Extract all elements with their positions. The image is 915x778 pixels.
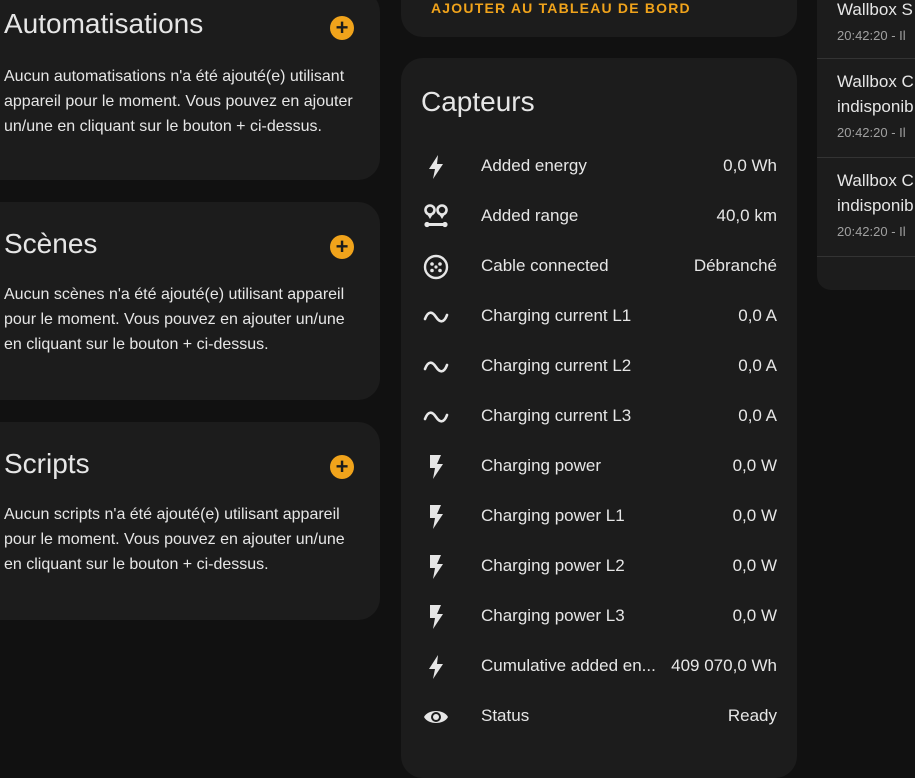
sensor-name: Charging current L2 [481, 356, 632, 375]
logbook-entry-time: 20:42:20 - Il [837, 28, 906, 43]
add-scene-button[interactable]: + [330, 235, 354, 259]
sine-wave-icon [423, 354, 449, 380]
logbook-entry-time: 20:42:20 - Il [837, 224, 906, 239]
logbook-entry[interactable]: Wallbox S 20:42:20 - Il [817, 0, 915, 59]
sensor-name: Charging power L2 [481, 556, 625, 575]
add-script-button[interactable]: + [330, 455, 354, 479]
add-to-dashboard-button[interactable]: AJOUTER AU TABLEAU DE BORD [431, 0, 691, 16]
sensor-row[interactable]: Cable connected Débranché [401, 242, 797, 292]
sensor-row[interactable]: Charging power L2 0,0 W [401, 542, 797, 592]
scenes-card: Scènes + Aucun scènes n'a été ajouté(e) … [0, 202, 380, 400]
sensors-card: Capteurs Added energy 0,0 Wh Added range 40… [401, 58, 797, 778]
scripts-card: Scripts + Aucun scripts n'a été ajouté(e… [0, 422, 380, 620]
scenes-description: Aucun scènes n'a été ajouté(e) utilisant… [4, 286, 345, 353]
logbook-entry-title: Wallbox C [837, 171, 914, 190]
ev-plug-icon [423, 254, 449, 280]
sensor-name: Charging current L1 [481, 306, 632, 325]
sensor-value: 40,0 km [716, 206, 777, 225]
sensor-row[interactable]: Charging current L1 0,0 A [401, 292, 797, 342]
sensor-value: 409 070,0 Wh [671, 656, 777, 675]
sensors-title: Capteurs [421, 86, 535, 117]
sensor-name: Cable connected [481, 256, 609, 275]
sensor-name: Added range [481, 206, 579, 225]
sensor-name: Charging current L3 [481, 406, 632, 425]
sensor-name: Added energy [481, 156, 587, 175]
scripts-description: Aucun scripts n'a été ajouté(e) utilisan… [4, 506, 345, 573]
automations-title: Automatisations [4, 8, 204, 39]
sensor-name: Charging power L1 [481, 506, 625, 525]
lightning-bolt-icon [423, 604, 449, 630]
scenes-title: Scènes [4, 228, 98, 259]
eye-icon [423, 704, 449, 730]
sensor-value: 0,0 W [732, 606, 777, 625]
sensor-row[interactable]: Cumulative added en... 409 070,0 Wh [401, 642, 797, 692]
sensor-name: Charging power [481, 456, 602, 475]
sensor-row[interactable]: Charging power L3 0,0 W [401, 592, 797, 642]
logbook-entry-title: Wallbox S [837, 0, 913, 19]
add-automation-button[interactable]: + [330, 16, 354, 40]
lightning-bolt-icon [423, 504, 449, 530]
logbook-entry-title-line2: indisponib [837, 196, 914, 215]
sensor-row[interactable]: Charging power L1 0,0 W [401, 492, 797, 542]
sensor-value: 0,0 A [738, 356, 777, 375]
logbook-card: Wallbox S 20:42:20 - Il Wallbox C indisp… [817, 0, 915, 290]
map-marker-distance-icon [423, 204, 449, 230]
sensor-value: 0,0 W [732, 556, 777, 575]
sensor-value: 0,0 W [732, 456, 777, 475]
scripts-title: Scripts [4, 448, 90, 479]
automations-description: Aucun automatisations n'a été ajouté(e) … [4, 68, 353, 135]
sensor-value: 0,0 A [738, 406, 777, 425]
sensor-row[interactable]: Charging power 0,0 W [401, 442, 797, 492]
dashboard-action-card: AJOUTER AU TABLEAU DE BORD [401, 0, 797, 37]
logbook-entry-title: Wallbox C [837, 72, 914, 91]
logbook-entry[interactable]: Wallbox C indisponib 20:42:20 - Il [817, 158, 915, 257]
logbook-entry-title-line2: indisponib [837, 97, 914, 116]
sine-wave-icon [423, 404, 449, 430]
sensor-name: Cumulative added en... [481, 656, 656, 675]
automations-card: Automatisations + Aucun automatisations … [0, 0, 380, 180]
sensor-value: 0,0 A [738, 306, 777, 325]
logbook-entry[interactable]: Wallbox C indisponib 20:42:20 - Il [817, 59, 915, 158]
sensor-row[interactable]: Added energy 0,0 Wh [401, 142, 797, 192]
lightning-bolt-icon [423, 554, 449, 580]
lightning-bolt-icon [423, 454, 449, 480]
sensor-row[interactable]: Status Ready [401, 692, 797, 742]
flash-icon [423, 154, 449, 180]
flash-icon [423, 654, 449, 680]
sensor-value: 0,0 Wh [723, 156, 777, 175]
sensor-value: Débranché [693, 256, 777, 275]
sensor-value: Ready [727, 706, 777, 725]
logbook-entry-time: 20:42:20 - Il [837, 125, 906, 140]
sensor-row[interactable]: Added range 40,0 km [401, 192, 797, 242]
sensor-value: 0,0 W [732, 506, 777, 525]
sensor-name: Status [481, 706, 530, 725]
sensor-row[interactable]: Charging current L2 0,0 A [401, 342, 797, 392]
sensor-row[interactable]: Charging current L3 0,0 A [401, 392, 797, 442]
sine-wave-icon [423, 304, 449, 330]
sensor-name: Charging power L3 [481, 606, 625, 625]
